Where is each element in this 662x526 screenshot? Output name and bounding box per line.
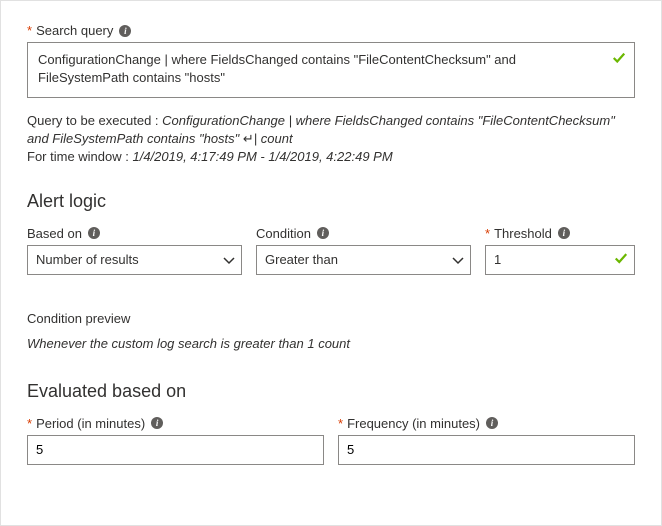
frequency-input[interactable] [338, 435, 635, 465]
search-query-input[interactable]: ConfigurationChange | where FieldsChange… [27, 42, 635, 98]
info-icon[interactable]: i [151, 417, 163, 429]
condition-value: Greater than [265, 252, 338, 267]
search-query-text: ConfigurationChange | where FieldsChange… [38, 52, 516, 85]
info-icon[interactable]: i [558, 227, 570, 239]
required-asterisk: * [27, 416, 32, 431]
condition-preview-text: Whenever the custom log search is greate… [27, 336, 635, 351]
search-query-label-row: * Search query i [27, 23, 635, 38]
evaluated-row: * Period (in minutes) i * Frequency (in … [27, 416, 635, 465]
exec-prefix: Query to be executed : [27, 113, 162, 128]
period-input[interactable] [27, 435, 324, 465]
required-asterisk: * [27, 23, 32, 38]
check-icon [612, 51, 626, 70]
info-icon[interactable]: i [317, 227, 329, 239]
threshold-label-row: * Threshold i [485, 226, 635, 241]
condition-preview-label: Condition preview [27, 311, 635, 326]
executed-query-block: Query to be executed : ConfigurationChan… [27, 112, 635, 167]
threshold-value: 1 [494, 252, 501, 267]
threshold-label: Threshold [494, 226, 552, 241]
condition-col: Condition i Greater than [256, 226, 471, 275]
check-icon [614, 251, 628, 268]
required-asterisk: * [485, 226, 490, 241]
info-icon[interactable]: i [486, 417, 498, 429]
search-query-label: Search query [36, 23, 113, 38]
period-label-row: * Period (in minutes) i [27, 416, 324, 431]
required-asterisk: * [338, 416, 343, 431]
chevron-down-icon [452, 255, 462, 265]
evaluated-heading: Evaluated based on [27, 381, 635, 402]
period-col: * Period (in minutes) i [27, 416, 324, 465]
frequency-label-row: * Frequency (in minutes) i [338, 416, 635, 431]
exec-query-suffix: | count [254, 131, 293, 146]
info-icon[interactable]: i [88, 227, 100, 239]
return-icon: ↵ [243, 130, 254, 148]
frequency-label: Frequency (in minutes) [347, 416, 480, 431]
based-on-select[interactable]: Number of results [27, 245, 242, 275]
threshold-col: * Threshold i 1 [485, 226, 635, 275]
based-on-col: Based on i Number of results [27, 226, 242, 275]
condition-label-row: Condition i [256, 226, 471, 241]
time-window-prefix: For time window : [27, 149, 132, 164]
threshold-input[interactable]: 1 [485, 245, 635, 275]
based-on-label: Based on [27, 226, 82, 241]
info-icon[interactable]: i [119, 25, 131, 37]
period-label: Period (in minutes) [36, 416, 145, 431]
based-on-value: Number of results [36, 252, 139, 267]
condition-label: Condition [256, 226, 311, 241]
based-on-label-row: Based on i [27, 226, 242, 241]
time-window-range: 1/4/2019, 4:17:49 PM - 1/4/2019, 4:22:49… [132, 149, 392, 164]
alert-logic-heading: Alert logic [27, 191, 635, 212]
alert-config-panel: * Search query i ConfigurationChange | w… [0, 0, 662, 526]
frequency-col: * Frequency (in minutes) i [338, 416, 635, 465]
alert-logic-row: Based on i Number of results Condition i… [27, 226, 635, 275]
chevron-down-icon [223, 255, 233, 265]
condition-select[interactable]: Greater than [256, 245, 471, 275]
